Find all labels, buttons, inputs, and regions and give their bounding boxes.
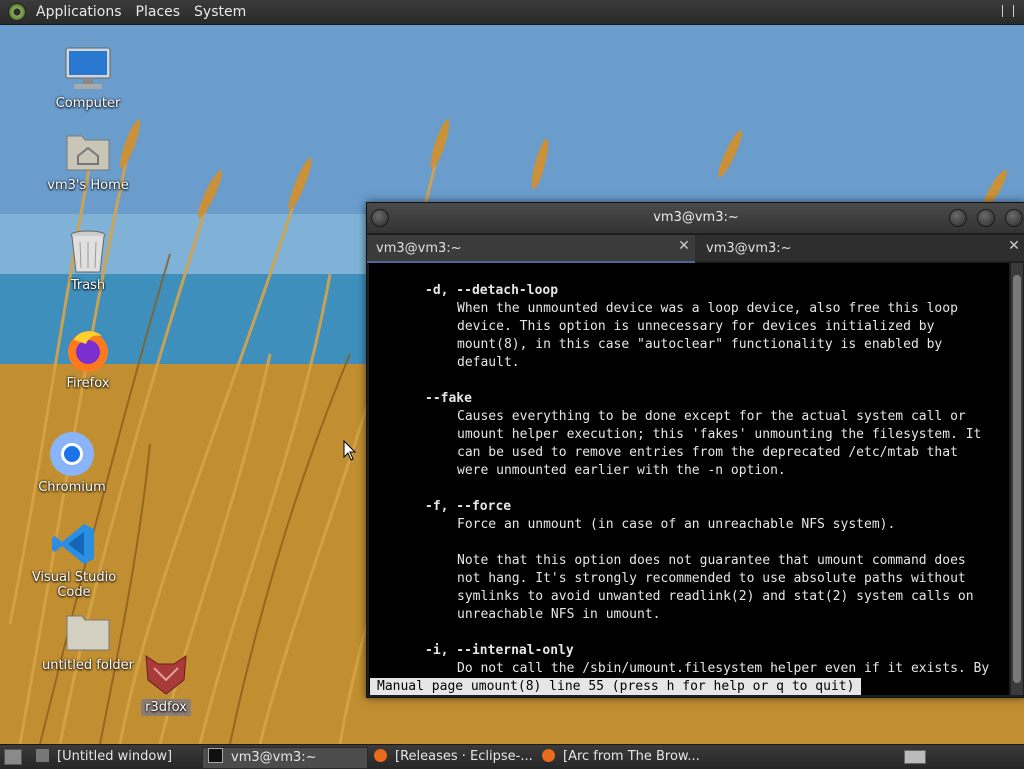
desktop-icon-vscode[interactable]: Visual Studio Code — [24, 520, 124, 600]
terminal-line: device. This option is unnecessary for d… — [457, 319, 935, 334]
task-label: [Arc from The Brow... — [563, 749, 700, 764]
desktop-icon-label: Computer — [55, 96, 121, 111]
tab-label: vm3@vm3:~ — [706, 241, 792, 256]
home-folder-icon — [64, 128, 112, 176]
desktop-icon-computer[interactable]: Computer — [38, 46, 138, 111]
terminal-scrollbar[interactable] — [1011, 263, 1023, 695]
top-panel: Applications Places System — [0, 0, 1024, 25]
terminal-line: Do not call the /sbin/umount.filesystem … — [457, 661, 990, 676]
terminal-line: unreachable NFS in umount. — [457, 607, 661, 622]
window-title: vm3@vm3:~ — [653, 210, 739, 225]
task-label: vm3@vm3:~ — [231, 750, 317, 765]
terminal-line: When the unmounted device was a loop dev… — [457, 301, 958, 316]
terminal-line: were unmounted earlier with the -n optio… — [457, 463, 786, 478]
r3dfox-icon — [142, 650, 190, 698]
firefox-icon — [374, 749, 387, 762]
desktop-icon-label: Firefox — [66, 376, 110, 391]
option-heading: -f, --force — [425, 499, 512, 514]
tab-label: vm3@vm3:~ — [376, 241, 462, 256]
desktop-icon-label: Visual Studio Code — [31, 570, 117, 600]
option-heading: -d, --detach-loop — [425, 283, 559, 298]
terminal-tab-2[interactable]: vm3@vm3:~ ✕ — [697, 235, 1024, 261]
terminal-window[interactable]: vm3@vm3:~ vm3@vm3:~ ✕ vm3@vm3:~ ✕ -d, --… — [366, 202, 1024, 698]
show-desktop-icon[interactable] — [1002, 5, 1014, 17]
menu-system[interactable]: System — [187, 4, 253, 20]
firefox-icon — [64, 326, 112, 374]
folder-icon — [64, 608, 112, 656]
taskbar-item-firefox-arc[interactable]: [Arc from The Brow... — [542, 747, 702, 767]
scrollbar-thumb[interactable] — [1013, 275, 1021, 683]
taskbar-item-firefox-releases[interactable]: [Releases · Eclipse-... — [374, 747, 534, 767]
task-label: [Releases · Eclipse-... — [395, 749, 533, 764]
terminal-line: Causes everything to be done except for … — [457, 409, 966, 424]
desktop-icon-chromium[interactable]: Chromium — [22, 430, 122, 495]
desktop-icon-label: Trash — [70, 278, 106, 293]
taskbar-item-untitled-window[interactable]: [Untitled window] — [36, 747, 196, 767]
firefox-icon — [542, 749, 555, 762]
terminal-line: mount(8), in this case "autoclear" funct… — [457, 337, 943, 352]
terminal-tab-1[interactable]: vm3@vm3:~ ✕ — [367, 235, 695, 263]
maximize-icon[interactable] — [977, 209, 995, 227]
terminal-tab-bar: vm3@vm3:~ ✕ vm3@vm3:~ ✕ — [367, 235, 1024, 263]
terminal-line: not hang. It's strongly recommended to u… — [457, 571, 966, 586]
terminal-line: Note that this option does not guarantee… — [457, 553, 966, 568]
bottom-taskbar: [Untitled window] vm3@vm3:~ [Releases · … — [0, 744, 1024, 769]
taskbar-item-terminal[interactable]: vm3@vm3:~ — [202, 747, 368, 769]
terminal-icon — [208, 748, 223, 763]
desktop-icon-firefox[interactable]: Firefox — [38, 326, 138, 391]
trash-icon — [64, 228, 112, 276]
computer-icon — [64, 46, 112, 94]
close-tab-icon[interactable]: ✕ — [1007, 239, 1021, 253]
close-tab-icon[interactable]: ✕ — [677, 239, 691, 253]
option-heading: -i, --internal-only — [425, 643, 574, 658]
terminal-line: symlinks to avoid unwanted readlink(2) a… — [457, 589, 974, 604]
desktop-icon-r3dfox[interactable]: r3dfox — [116, 650, 216, 716]
option-heading: --fake — [425, 391, 472, 406]
workspace-switcher-icon[interactable] — [904, 750, 926, 764]
distro-logo-icon[interactable] — [8, 3, 26, 21]
terminal-line: Force an unmount (in case of an unreacha… — [457, 517, 896, 532]
desktop-icon-label: Chromium — [38, 480, 106, 495]
minimize-icon[interactable] — [949, 209, 967, 227]
menu-applications[interactable]: Applications — [29, 4, 129, 20]
desktop-icon-home[interactable]: vm3's Home — [38, 128, 138, 193]
terminal-output[interactable]: -d, --detach-loop When the unmounted dev… — [369, 263, 1009, 695]
show-desktop-icon[interactable] — [4, 749, 22, 765]
task-label: [Untitled window] — [57, 749, 173, 764]
desktop-icon-label: r3dfox — [141, 699, 191, 716]
window-titlebar[interactable]: vm3@vm3:~ — [367, 203, 1024, 233]
desktop-icon-label: vm3's Home — [47, 178, 129, 193]
man-status-line: Manual page umount(8) line 55 (press h f… — [370, 678, 862, 695]
close-window-icon[interactable] — [1005, 209, 1023, 227]
terminal-line: can be used to remove entries from the d… — [457, 445, 958, 460]
terminal-line: umount helper execution; this 'fakes' un… — [457, 427, 982, 442]
terminal-line: default. — [457, 355, 520, 370]
chromium-icon — [48, 430, 96, 478]
menu-places[interactable]: Places — [129, 4, 188, 20]
vscode-icon — [50, 520, 98, 568]
window-icon — [36, 749, 49, 762]
desktop-icon-trash[interactable]: Trash — [38, 228, 138, 293]
